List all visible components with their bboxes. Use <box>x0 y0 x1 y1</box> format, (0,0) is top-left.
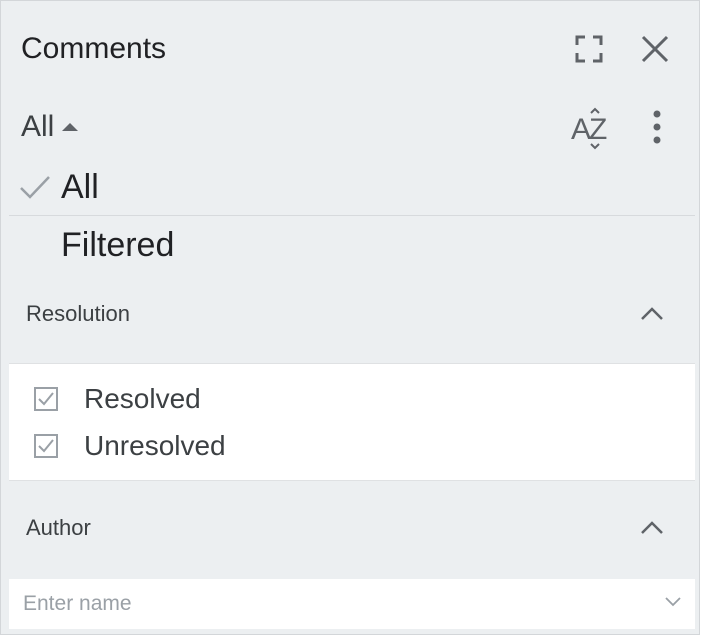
filter-option-label: Filtered <box>61 225 175 264</box>
filter-dropdown[interactable]: All <box>21 107 79 147</box>
close-icon <box>641 35 669 63</box>
checkbox-label: Unresolved <box>84 430 226 461</box>
more-vertical-icon <box>653 110 661 144</box>
resolved-checkbox-row[interactable]: Resolved <box>9 377 695 421</box>
author-section-header[interactable]: Author <box>9 503 695 553</box>
sort-az-icon: A Z <box>571 107 607 150</box>
svg-text:Z: Z <box>589 113 607 146</box>
filter-option-label: All <box>61 167 99 206</box>
sort-button[interactable]: A Z <box>567 107 615 151</box>
expand-button[interactable] <box>569 29 609 69</box>
filter-option-all[interactable]: All <box>9 159 695 215</box>
chevron-up-icon <box>641 307 663 320</box>
filter-selected-label: All <box>21 110 55 143</box>
chevron-up-icon <box>641 521 663 534</box>
menu-divider <box>9 215 695 216</box>
expand-icon <box>575 35 603 63</box>
filter-option-filtered[interactable]: Filtered <box>9 217 695 273</box>
author-name-input[interactable] <box>9 579 649 629</box>
caret-up-icon <box>62 123 79 131</box>
section-title: Author <box>26 515 91 540</box>
checkmark-icon <box>20 176 50 199</box>
comments-panel: Comments All A Z All Filtered Resolution… <box>0 0 700 635</box>
unresolved-checkbox-row[interactable]: Unresolved <box>9 424 695 468</box>
section-title: Resolution <box>26 301 130 326</box>
resolution-section-header[interactable]: Resolution <box>9 289 695 339</box>
chevron-down-icon[interactable] <box>665 596 681 608</box>
unresolved-checkbox[interactable] <box>34 434 58 458</box>
svg-text:A: A <box>571 113 591 146</box>
resolved-checkbox[interactable] <box>34 387 58 411</box>
checkmark-icon <box>38 439 54 453</box>
checkbox-label: Resolved <box>84 383 201 414</box>
panel-title: Comments <box>21 32 167 65</box>
author-combobox[interactable] <box>9 579 695 629</box>
checkmark-icon <box>38 392 54 406</box>
more-options-button[interactable] <box>641 107 673 147</box>
close-button[interactable] <box>635 29 675 69</box>
